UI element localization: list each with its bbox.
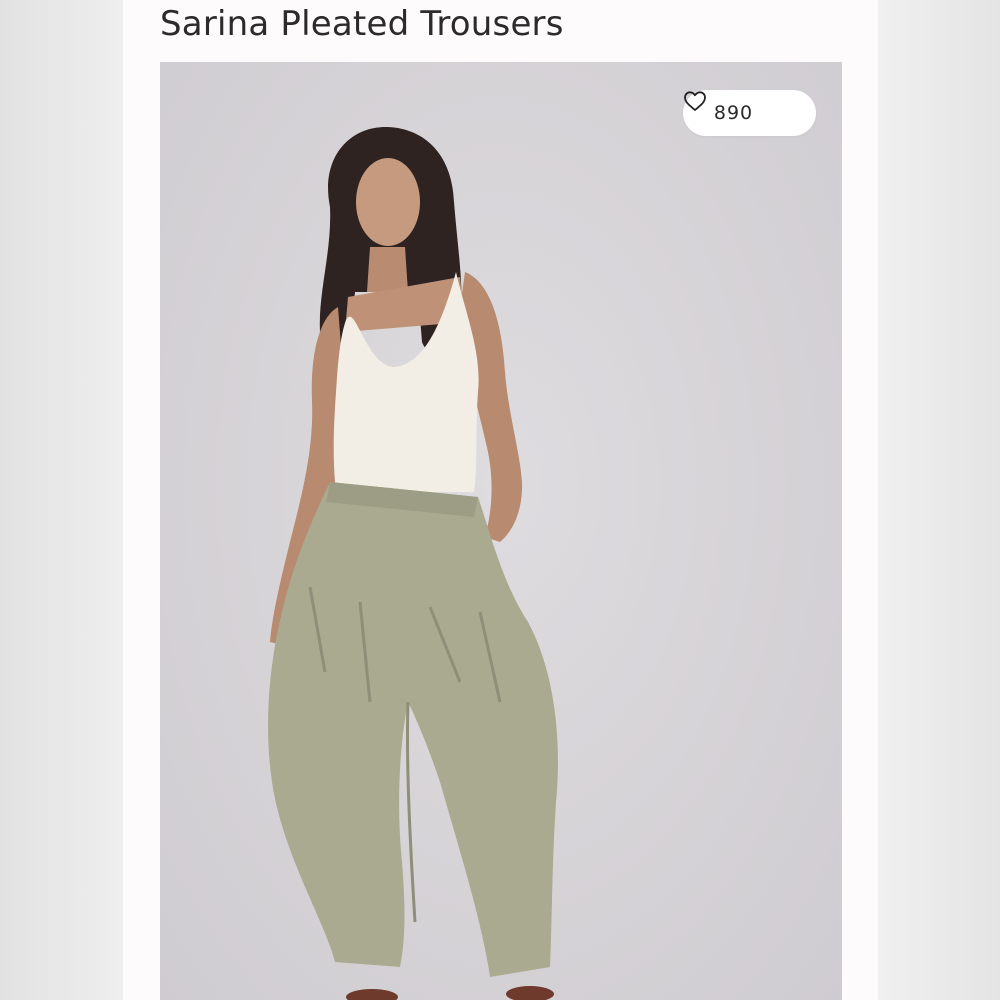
right-backdrop [878,0,1000,1000]
left-shoe [346,989,398,1000]
heart-outline-icon [684,91,785,124]
product-photo[interactable]: 890 [160,62,842,1000]
like-count: 890 [713,102,754,124]
like-button[interactable]: 890 [683,90,816,136]
right-shoe [506,986,554,1000]
listing-title: Sarina Pleated Trousers [160,4,564,44]
model-illustration [268,127,558,1000]
left-backdrop [0,0,123,1000]
face [356,158,420,246]
